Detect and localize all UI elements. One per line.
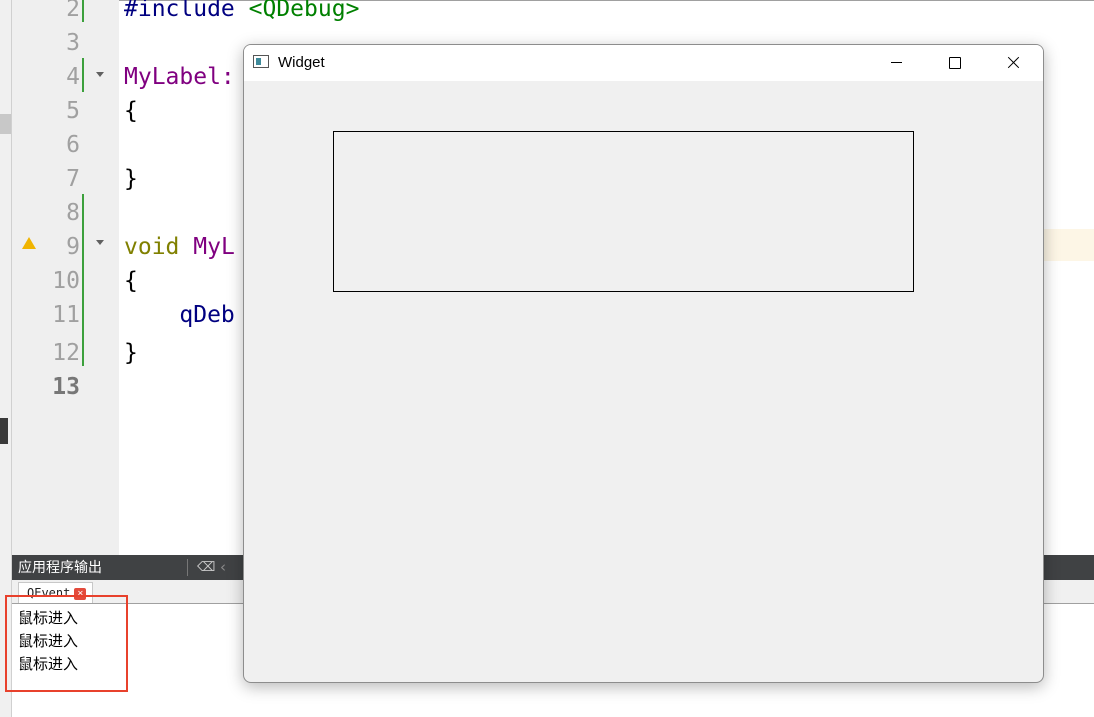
fold-toggle-icon[interactable] [96, 72, 104, 77]
line-number: 10 [52, 268, 80, 294]
ide-left-strip-marker [0, 114, 11, 134]
chevron-left-icon[interactable]: ‹ [220, 558, 226, 576]
code-token: qDeb [179, 302, 235, 328]
warning-icon[interactable] [22, 237, 36, 249]
line-number: 12 [52, 340, 80, 366]
annotation-highlight-box [5, 595, 128, 692]
line-number-current: 13 [52, 374, 80, 400]
code-token: MyLabel: [124, 64, 235, 90]
window-title: Widget [278, 54, 325, 71]
minimize-button[interactable] [868, 45, 926, 81]
maximize-button[interactable] [926, 45, 984, 81]
line-number: 6 [66, 132, 80, 158]
code-line-4[interactable]: MyLabel: [124, 60, 235, 94]
code-line-5[interactable]: { [124, 94, 138, 128]
code-line-9[interactable]: void MyL [124, 230, 235, 264]
app-window-icon-detail [256, 58, 261, 65]
fold-toggle-icon[interactable] [96, 240, 104, 245]
code-line-7[interactable]: } [124, 162, 138, 196]
line-number: 11 [52, 302, 80, 328]
line-number: 4 [66, 64, 80, 90]
code-token: MyL [193, 234, 235, 260]
line-number: 8 [66, 200, 80, 226]
close-window-button[interactable] [984, 45, 1042, 81]
widget-window[interactable]: Widget [243, 44, 1044, 683]
code-token: void [124, 234, 180, 260]
code-line-11[interactable]: qDeb [124, 298, 235, 332]
current-line-highlight [1042, 229, 1094, 261]
clear-output-icon[interactable]: ⌫ [197, 560, 215, 575]
output-pane-title: 应用程序输出 [18, 560, 102, 576]
line-number: 2 [66, 0, 80, 22]
code-line-10[interactable]: { [124, 264, 138, 298]
code-token: <QDebug> [248, 0, 360, 22]
code-line-2[interactable]: #include <QDebug> [124, 0, 359, 26]
line-number: 5 [66, 98, 80, 124]
change-bar [82, 58, 84, 92]
toolbar-separator [187, 559, 188, 576]
my-label-box[interactable] [333, 131, 914, 292]
code-token: #include [124, 0, 235, 22]
line-number: 3 [66, 30, 80, 56]
change-bar [82, 0, 84, 22]
window-titlebar[interactable]: Widget [244, 45, 1043, 81]
code-line-12[interactable]: } [124, 336, 138, 370]
app-window-icon [253, 55, 269, 68]
line-number: 7 [66, 166, 80, 192]
change-bar [82, 194, 84, 366]
ide-side-tab[interactable] [0, 418, 8, 444]
